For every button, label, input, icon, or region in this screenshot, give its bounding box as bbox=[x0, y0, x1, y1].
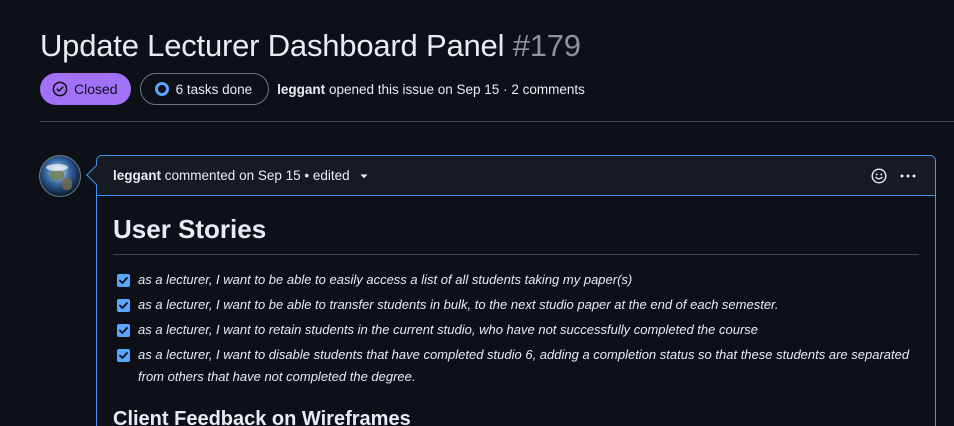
task-checkbox[interactable] bbox=[117, 274, 130, 287]
task-item: as a lecturer, I want to retain students… bbox=[113, 319, 919, 341]
header-divider bbox=[40, 121, 954, 122]
smiley-icon[interactable] bbox=[871, 168, 887, 184]
task-item: as a lecturer, I want to be able to tran… bbox=[113, 294, 919, 316]
avatar[interactable] bbox=[39, 155, 81, 197]
comment-subheading: Client Feedback on Wireframes bbox=[113, 408, 411, 426]
state-badge: Closed bbox=[40, 73, 131, 105]
issue-page: Update Lecturer Dashboard Panel #179 Clo… bbox=[0, 0, 954, 426]
task-text: as a lecturer, I want to be able to easi… bbox=[138, 272, 633, 287]
kebab-horizontal-icon[interactable] bbox=[899, 168, 917, 184]
task-item: as a lecturer, I want to disable student… bbox=[113, 344, 919, 388]
comment-heading: User Stories bbox=[113, 214, 919, 255]
task-item: as a lecturer, I want to be able to easi… bbox=[113, 269, 919, 291]
task-text: as a lecturer, I want to disable student… bbox=[138, 347, 910, 384]
avatar-land-shape bbox=[50, 170, 64, 180]
state-badge-label: Closed bbox=[74, 81, 118, 97]
issue-closed-icon bbox=[52, 81, 68, 97]
issue-meta-row: Closed 6 tasks done leggant opened this … bbox=[40, 73, 585, 105]
avatar-land-shape bbox=[62, 178, 72, 190]
comment-header-text: leggant commented on Sep 15 • edited bbox=[113, 168, 369, 183]
checkmark-icon bbox=[119, 302, 128, 309]
tasks-progress-label: 6 tasks done bbox=[175, 81, 253, 97]
task-text: as a lecturer, I want to be able to tran… bbox=[138, 297, 779, 312]
issue-author-link[interactable]: leggant bbox=[277, 82, 325, 97]
comment-author-link[interactable]: leggant bbox=[113, 168, 161, 183]
comment-meta[interactable]: commented on Sep 15 • edited bbox=[165, 168, 350, 183]
issue-title-text: Update Lecturer Dashboard Panel bbox=[40, 28, 505, 63]
checkmark-icon bbox=[119, 277, 128, 284]
checkmark-icon bbox=[119, 327, 128, 334]
avatar-cloud-shape bbox=[46, 164, 68, 171]
issue-opened-text: opened this issue on Sep 15 · 2 comments bbox=[328, 81, 585, 97]
comment-body: User Stories as a lecturer, I want to be… bbox=[97, 196, 935, 426]
issue-opened-info: leggant opened this issue on Sep 15 · 2 … bbox=[277, 82, 585, 97]
tasks-progress-badge[interactable]: 6 tasks done bbox=[139, 73, 270, 105]
comment-box: leggant commented on Sep 15 • edited Use… bbox=[96, 155, 936, 426]
task-text: as a lecturer, I want to retain students… bbox=[138, 322, 759, 337]
comment-actions bbox=[871, 168, 917, 184]
progress-circle-icon bbox=[154, 82, 169, 96]
task-checkbox[interactable] bbox=[117, 299, 130, 312]
comment-header: leggant commented on Sep 15 • edited bbox=[97, 156, 935, 196]
checkmark-icon bbox=[119, 352, 128, 359]
triangle-down-icon[interactable] bbox=[359, 171, 369, 181]
task-checkbox[interactable] bbox=[117, 349, 130, 362]
issue-title: Update Lecturer Dashboard Panel #179 bbox=[40, 28, 581, 64]
task-list: as a lecturer, I want to be able to easi… bbox=[113, 269, 919, 388]
issue-number: #179 bbox=[512, 28, 581, 63]
task-checkbox[interactable] bbox=[117, 324, 130, 337]
